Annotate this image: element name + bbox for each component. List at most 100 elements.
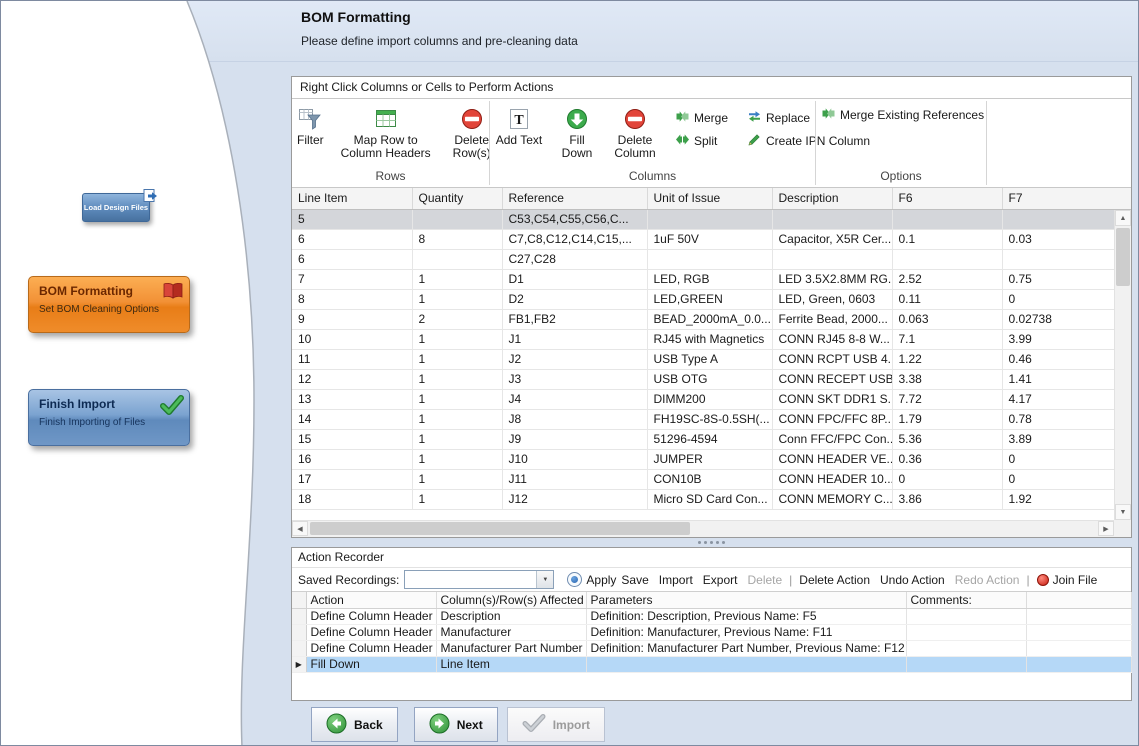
vertical-scrollbar-thumb[interactable] (1116, 228, 1130, 286)
grid-column-header[interactable]: Quantity (412, 188, 502, 209)
panel-splitter[interactable] (291, 538, 1132, 547)
grid-cell[interactable]: CONN RCPT USB 4... (772, 349, 892, 369)
grid-cell[interactable]: Ferrite Bead, 2000... (772, 309, 892, 329)
grid-cell[interactable]: 15 (292, 429, 412, 449)
grid-cell[interactable]: Micro SD Card Con... (647, 489, 772, 509)
grid-column-header[interactable]: F6 (892, 188, 1002, 209)
grid-cell[interactable]: CONN SKT DDR1 S... (772, 389, 892, 409)
grid-cell[interactable]: 1.92 (1002, 489, 1114, 509)
grid-cell[interactable]: 1 (412, 389, 502, 409)
grid-cell[interactable]: 0.11 (892, 289, 1002, 309)
grid-cell[interactable]: CONN RJ45 8-8 W... (772, 329, 892, 349)
grid-cell[interactable]: 0.063 (892, 309, 1002, 329)
grid-cell[interactable]: 3.86 (892, 489, 1002, 509)
delete-action-button[interactable]: Delete Action (794, 573, 875, 587)
grid-cell[interactable]: J3 (502, 369, 647, 389)
chevron-down-icon[interactable] (536, 571, 553, 588)
grid-row[interactable]: 111J2USB Type ACONN RCPT USB 4...1.220.4… (292, 349, 1114, 369)
grid-cell[interactable]: 2.52 (892, 269, 1002, 289)
back-button[interactable]: Back (311, 707, 398, 742)
filter-button[interactable]: Filter (292, 104, 329, 147)
grid-cell[interactable]: 9 (292, 309, 412, 329)
grid-cell[interactable]: J12 (502, 489, 647, 509)
recorder-cell[interactable]: Manufacturer Part Number (436, 640, 586, 656)
recorder-cell[interactable]: Manufacturer (436, 624, 586, 640)
recorder-column-header[interactable]: Action (306, 592, 436, 608)
grid-cell[interactable]: D1 (502, 269, 647, 289)
grid-cell[interactable]: 1 (412, 429, 502, 449)
grid-cell[interactable] (412, 209, 502, 229)
grid-cell[interactable]: 4.17 (1002, 389, 1114, 409)
recorder-cell[interactable] (906, 608, 1026, 624)
grid-cell[interactable]: 0.46 (1002, 349, 1114, 369)
grid-cell[interactable]: 17 (292, 469, 412, 489)
grid-cell[interactable]: 5.36 (892, 429, 1002, 449)
grid-row[interactable]: 181J12Micro SD Card Con...CONN MEMORY C.… (292, 489, 1114, 509)
grid-cell[interactable]: FB1,FB2 (502, 309, 647, 329)
split-button[interactable]: Split (676, 130, 728, 152)
import-recording-button[interactable]: Import (654, 573, 698, 587)
grid-row[interactable]: 71D1LED, RGBLED 3.5X2.8MM RG...2.520.75 (292, 269, 1114, 289)
grid-cell[interactable]: 5 (292, 209, 412, 229)
grid-cell[interactable]: CONN MEMORY C... (772, 489, 892, 509)
grid-cell[interactable]: 0 (1002, 289, 1114, 309)
recorder-cell[interactable] (906, 624, 1026, 640)
grid-vertical-scrollbar[interactable] (1114, 210, 1131, 520)
apply-radio[interactable] (567, 572, 582, 587)
scroll-left-arrow-icon[interactable] (292, 521, 308, 536)
grid-cell[interactable]: 1 (412, 269, 502, 289)
grid-cell[interactable]: BEAD_2000mA_0.0... (647, 309, 772, 329)
recorder-cell[interactable] (586, 656, 906, 672)
grid-column-header[interactable]: Line Item (292, 188, 412, 209)
grid-cell[interactable]: 2 (412, 309, 502, 329)
grid-cell[interactable]: 1 (412, 469, 502, 489)
merge-existing-references-button[interactable]: Merge Existing References (822, 107, 984, 123)
grid-cell[interactable]: 10 (292, 329, 412, 349)
recorder-cell[interactable]: Definition: Manufacturer, Previous Name:… (586, 624, 906, 640)
grid-cell[interactable]: 0.03 (1002, 229, 1114, 249)
fill-down-button[interactable]: Fill Down (548, 104, 606, 160)
grid-cell[interactable]: LED,GREEN (647, 289, 772, 309)
saved-recordings-select[interactable] (404, 570, 554, 589)
grid-cell[interactable]: 8 (292, 289, 412, 309)
grid-cell[interactable]: 18 (292, 489, 412, 509)
grid-cell[interactable]: 7 (292, 269, 412, 289)
grid-cell[interactable]: 7.1 (892, 329, 1002, 349)
grid-cell[interactable] (647, 209, 772, 229)
recorder-column-header[interactable]: Column(s)/Row(s) Affected (436, 592, 586, 608)
join-file-button[interactable]: Join File (1032, 573, 1103, 587)
grid-cell[interactable] (772, 249, 892, 269)
grid-cell[interactable]: DIMM200 (647, 389, 772, 409)
grid-cell[interactable]: 8 (412, 229, 502, 249)
grid-cell[interactable]: 1.22 (892, 349, 1002, 369)
recorder-column-header[interactable]: Comments: (906, 592, 1026, 608)
grid-cell[interactable]: CONN RECEPT USB... (772, 369, 892, 389)
grid-cell[interactable]: J1 (502, 329, 647, 349)
grid-cell[interactable]: USB Type A (647, 349, 772, 369)
grid-cell[interactable] (772, 209, 892, 229)
grid-horizontal-scrollbar[interactable] (292, 520, 1114, 537)
grid-cell[interactable]: 13 (292, 389, 412, 409)
grid-cell[interactable]: 1 (412, 329, 502, 349)
grid-cell[interactable]: 1uF 50V (647, 229, 772, 249)
export-recording-button[interactable]: Export (698, 573, 743, 587)
grid-row[interactable]: 151J951296-4594Conn FFC/FPC Con...5.363.… (292, 429, 1114, 449)
grid-cell[interactable]: 14 (292, 409, 412, 429)
grid-cell[interactable]: FH19SC-8S-0.5SH(... (647, 409, 772, 429)
recorder-cell[interactable]: Fill Down (306, 656, 436, 672)
wizard-step-bom-formatting[interactable]: BOM Formatting Set BOM Cleaning Options (28, 276, 190, 333)
grid-cell[interactable] (1002, 249, 1114, 269)
grid-cell[interactable]: 1 (412, 489, 502, 509)
grid-cell[interactable]: CONN HEADER 10... (772, 469, 892, 489)
grid-cell[interactable] (412, 249, 502, 269)
recorder-cell[interactable] (906, 656, 1026, 672)
grid-cell[interactable]: J2 (502, 349, 647, 369)
grid-cell[interactable] (892, 249, 1002, 269)
grid-cell[interactable]: 7.72 (892, 389, 1002, 409)
grid-cell[interactable]: CON10B (647, 469, 772, 489)
save-recording-button[interactable]: Save (616, 573, 653, 587)
grid-cell[interactable]: 0.1 (892, 229, 1002, 249)
grid-row[interactable]: 68C7,C8,C12,C14,C15,...1uF 50VCapacitor,… (292, 229, 1114, 249)
delete-recording-button[interactable]: Delete (742, 573, 787, 587)
recorder-row[interactable]: Define Column HeaderManufacturer Part Nu… (292, 640, 1131, 656)
